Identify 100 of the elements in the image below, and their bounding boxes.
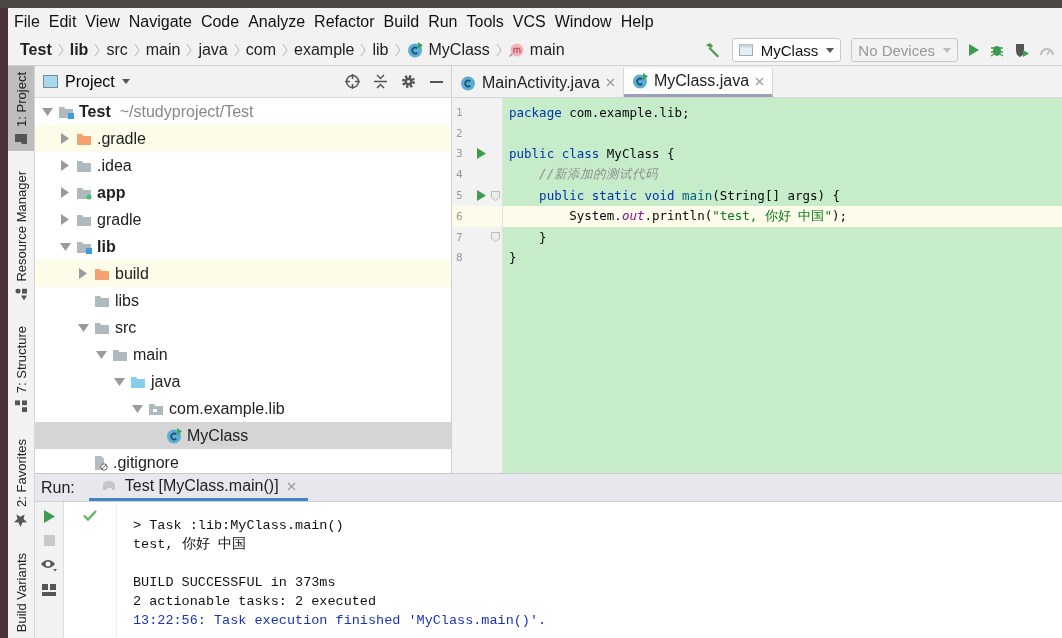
rerun-icon[interactable] <box>43 510 55 523</box>
class-icon <box>406 42 423 58</box>
close-icon[interactable] <box>605 78 615 87</box>
close-icon[interactable] <box>755 76 765 86</box>
expanded-arrow-icon[interactable] <box>131 404 143 413</box>
line-number: 1 <box>455 105 464 119</box>
tree-item[interactable]: com.example.lib <box>35 395 451 422</box>
tree-item[interactable]: java <box>35 368 451 395</box>
stop-icon[interactable] <box>43 535 55 546</box>
expanded-arrow-icon[interactable] <box>41 107 53 116</box>
menu-item[interactable]: Build <box>383 12 420 31</box>
chevron-icon <box>57 43 64 57</box>
breadcrumb-item[interactable]: Test <box>20 41 52 59</box>
menu-item[interactable]: Tools <box>466 12 504 31</box>
menu-item[interactable]: View <box>85 12 120 31</box>
breadcrumb-item[interactable]: lib <box>372 41 389 59</box>
fold-icon[interactable] <box>490 190 500 201</box>
tree-item[interactable]: app <box>35 179 451 206</box>
tree-item[interactable]: .idea <box>35 152 451 179</box>
menu-item[interactable]: Code <box>200 12 240 31</box>
tree-item[interactable]: Test ~/studyproject/Test <box>35 98 451 125</box>
collapsed-arrow-icon[interactable] <box>61 133 69 144</box>
breadcrumb-item[interactable]: src <box>106 41 128 59</box>
layout-icon[interactable] <box>42 584 56 596</box>
run-configuration-dropdown[interactable]: MyClass <box>731 38 842 62</box>
tool-window-tab[interactable]: 1: Project <box>8 66 34 151</box>
chevron-icon <box>282 43 288 57</box>
line-number: 7 <box>455 230 464 244</box>
folder-icon <box>15 133 27 145</box>
menu-item[interactable]: VCS <box>512 12 546 31</box>
menu-item[interactable]: File <box>14 12 40 31</box>
run-icon[interactable] <box>477 148 487 160</box>
run-icon[interactable] <box>968 43 980 57</box>
expanded-arrow-icon[interactable] <box>59 242 71 251</box>
tool-window-tab[interactable]: 7: Structure <box>8 320 34 419</box>
folder-icon <box>76 212 92 227</box>
folder-icon <box>130 374 146 389</box>
crosshair-icon[interactable] <box>345 74 360 89</box>
breadcrumb-item[interactable]: main <box>529 41 565 59</box>
line-number: 5 <box>455 189 464 203</box>
editor-tab[interactable]: MyClass.java <box>623 68 774 97</box>
chevron-icon <box>133 43 140 57</box>
chevron-icon <box>394 43 401 57</box>
expanded-arrow-icon[interactable] <box>77 323 89 332</box>
line-number: 3 <box>455 147 464 161</box>
menu-item[interactable]: Refactor <box>314 12 375 31</box>
minimize-icon[interactable] <box>430 79 443 84</box>
eye-icon[interactable] <box>41 558 57 572</box>
tree-item[interactable]: build <box>35 260 451 287</box>
breadcrumb-item[interactable]: java <box>198 41 228 59</box>
tree-item[interactable]: main <box>35 341 451 368</box>
expanded-arrow-icon[interactable] <box>113 377 125 386</box>
folder-icon <box>94 293 110 308</box>
folder-icon <box>76 239 92 254</box>
caret-icon[interactable] <box>121 79 130 84</box>
tool-window-tab[interactable]: 2: Favorites <box>8 432 34 533</box>
tree-item[interactable]: lib <box>35 233 451 260</box>
line-number: 8 <box>455 251 464 265</box>
collapsed-arrow-icon[interactable] <box>61 214 69 225</box>
panel-title[interactable]: Project <box>65 72 115 91</box>
tree-item[interactable]: libs <box>35 287 451 314</box>
line-number: 6 <box>455 209 464 223</box>
tree-item[interactable]: src <box>35 314 451 341</box>
breadcrumb-item[interactable]: MyClass <box>428 41 490 59</box>
line-number: 2 <box>455 126 464 140</box>
code-line: System.out.println("test, 你好 中国"); <box>568 207 847 225</box>
collapsed-arrow-icon[interactable] <box>61 187 69 198</box>
breadcrumb-item[interactable]: lib <box>69 41 89 59</box>
editor-tab[interactable]: MainActivity.java <box>452 68 624 97</box>
breadcrumb-item[interactable]: com <box>245 41 276 59</box>
collapsed-arrow-icon[interactable] <box>79 268 87 279</box>
tool-window-tab[interactable]: Resource Manager <box>8 164 34 307</box>
tree-item[interactable]: MyClass <box>35 422 451 449</box>
breadcrumb-item[interactable]: example <box>294 41 355 59</box>
expanded-arrow-icon[interactable] <box>95 350 107 359</box>
method-icon <box>507 42 524 58</box>
menu-item[interactable]: Edit <box>48 12 77 31</box>
console-line: 13:22:56: Task execution finished 'MyClass.main()'. <box>133 612 547 630</box>
menu-item[interactable]: Window <box>554 12 612 31</box>
menu-item[interactable]: Help <box>620 12 654 31</box>
class-icon <box>166 427 182 444</box>
console-line: test, 你好 中国 <box>133 535 247 554</box>
fold-icon[interactable] <box>490 232 500 243</box>
run-icon[interactable] <box>477 190 487 202</box>
menu-item[interactable]: Analyze <box>248 12 306 31</box>
collapse-icon[interactable] <box>374 74 387 89</box>
settings-icon[interactable] <box>401 74 416 89</box>
tool-window-tab[interactable]: Build Variants <box>8 546 34 638</box>
bug-icon[interactable] <box>990 43 1004 57</box>
breadcrumb-item[interactable]: main <box>145 41 181 59</box>
tree-item[interactable]: gradle <box>35 206 451 233</box>
console-line: > Task :lib:MyClass.main() <box>133 517 345 535</box>
menu-item[interactable]: Navigate <box>128 12 192 31</box>
tree-item[interactable]: .gradle <box>35 125 451 152</box>
menu-item[interactable]: Run <box>428 12 458 31</box>
folder-icon <box>76 185 92 200</box>
close-icon[interactable] <box>286 481 296 491</box>
coverage-icon[interactable] <box>1014 42 1030 58</box>
collapsed-arrow-icon[interactable] <box>61 160 69 171</box>
tree-item[interactable]: .gitignore <box>35 449 451 473</box>
